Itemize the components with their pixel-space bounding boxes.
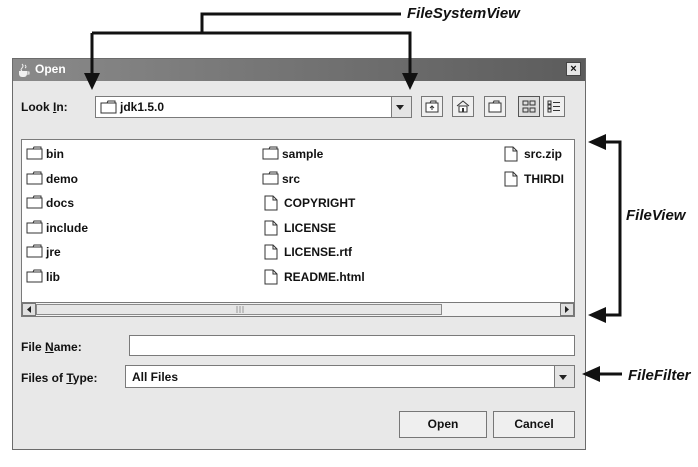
file-system-view-bracket [92, 31, 412, 73]
callout-arrows [84, 12, 622, 382]
arrow-head-left-icon [84, 73, 100, 90]
file-view-bracket [604, 140, 622, 317]
file-system-view-leader-line [200, 12, 401, 33]
arrow-head-right-icon [402, 73, 418, 90]
file-view-top-arrow-icon [588, 134, 606, 150]
file-view-bottom-arrow-icon [588, 307, 606, 323]
file-filter-arrow-icon [582, 366, 600, 382]
